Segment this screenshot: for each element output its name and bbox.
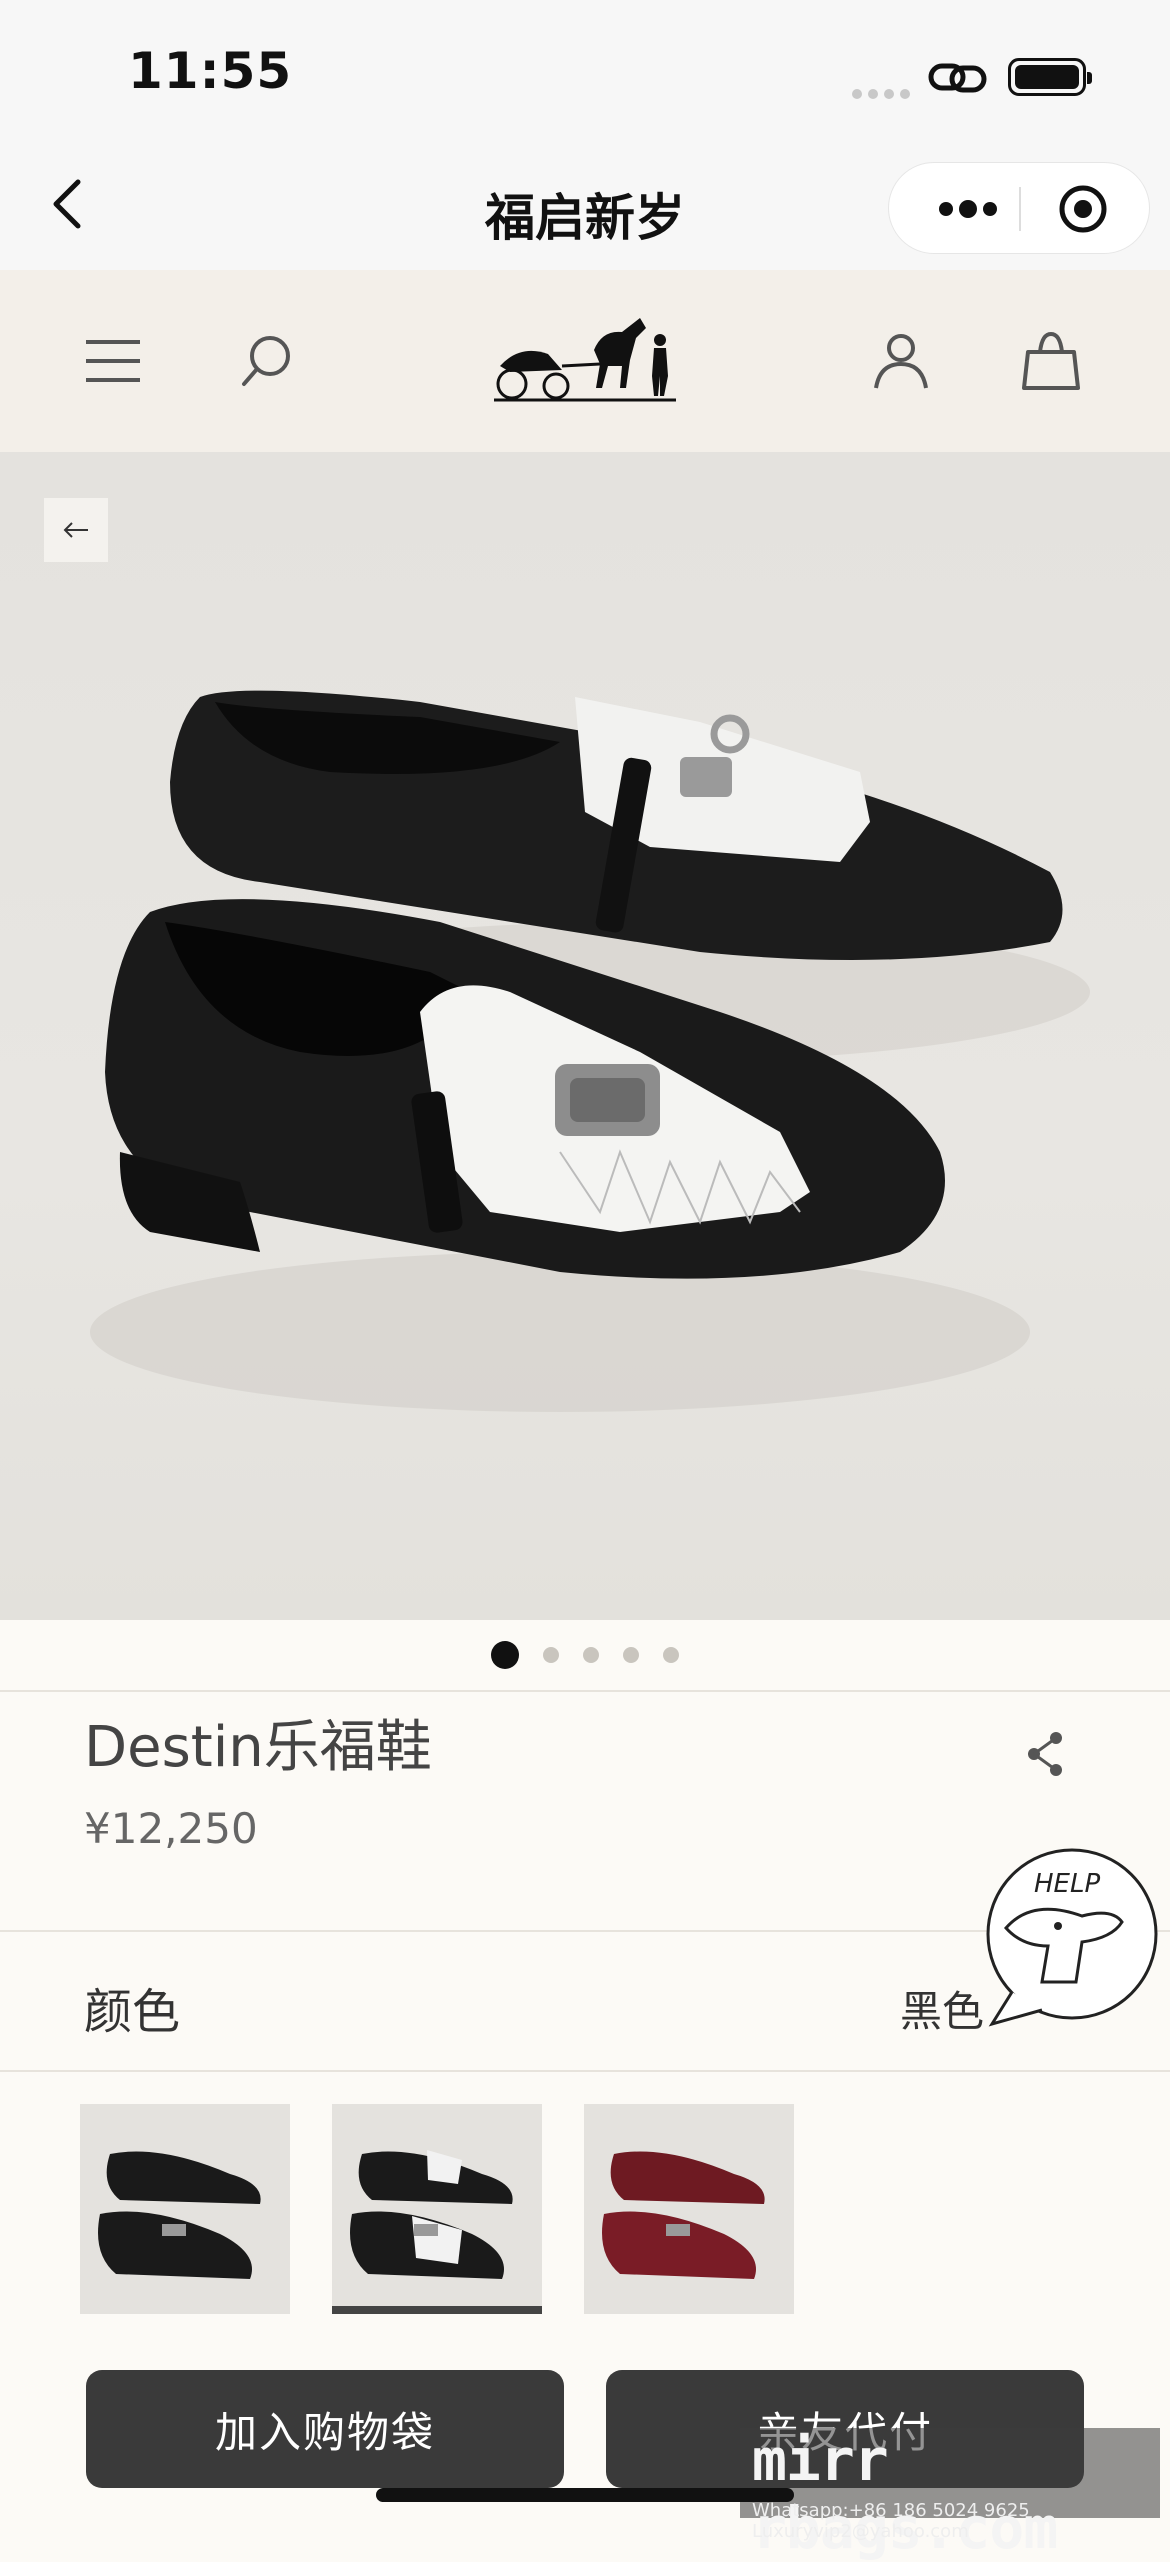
account-icon[interactable] [866, 326, 936, 396]
search-icon[interactable] [232, 326, 302, 396]
carousel-dot[interactable] [663, 1647, 679, 1663]
more-icon[interactable] [913, 163, 1023, 255]
divider [0, 1690, 1170, 1692]
watermark-contact: Whatsapp:+86 186 5024 9625 Luxuryvip2@ya… [752, 2500, 1030, 2542]
product-name: Destin乐福鞋 [84, 1715, 432, 1780]
menu-icon[interactable] [78, 326, 148, 396]
carousel-dot[interactable] [583, 1647, 599, 1663]
shopping-bag-icon[interactable] [1016, 326, 1086, 396]
home-indicator[interactable] [376, 2488, 794, 2502]
close-miniprogram-icon[interactable] [1057, 183, 1109, 235]
help-text: HELP [1034, 1869, 1100, 1899]
product-hero-image[interactable] [0, 452, 1170, 1620]
carousel-dot[interactable] [543, 1647, 559, 1663]
capsule-divider [1019, 187, 1021, 231]
swatch-black-white[interactable] [332, 2104, 542, 2314]
add-to-bag-button[interactable]: 加入购物袋 [86, 2370, 564, 2488]
help-chat-bubble[interactable]: HELP [972, 1842, 1162, 2032]
carousel-dot[interactable] [491, 1641, 519, 1669]
store-header [0, 270, 1170, 452]
link-icon [928, 63, 987, 93]
color-label: 颜色 [84, 1984, 181, 2040]
carousel-dot[interactable] [623, 1647, 639, 1663]
share-icon[interactable] [1020, 1728, 1072, 1780]
swatch-black[interactable] [80, 2104, 290, 2314]
loafer-illustration [90, 690, 1090, 1412]
miniprogram-titlebar: 福启新岁 [0, 140, 1170, 270]
product-price: ¥12,250 [84, 1804, 258, 1853]
battery-icon [1008, 58, 1092, 96]
capsule-menu [888, 162, 1150, 254]
swatch-burgundy[interactable] [584, 2104, 794, 2314]
divider [0, 2070, 1170, 2072]
status-bar: 11:55 [0, 0, 1170, 140]
signal-icon [852, 84, 916, 103]
swatch-image [98, 2151, 261, 2279]
brand-logo[interactable] [490, 310, 680, 410]
swatch-image [350, 2150, 513, 2279]
carousel-dots [0, 1620, 1170, 1690]
status-time: 11:55 [128, 42, 293, 100]
swatch-image [602, 2151, 765, 2279]
